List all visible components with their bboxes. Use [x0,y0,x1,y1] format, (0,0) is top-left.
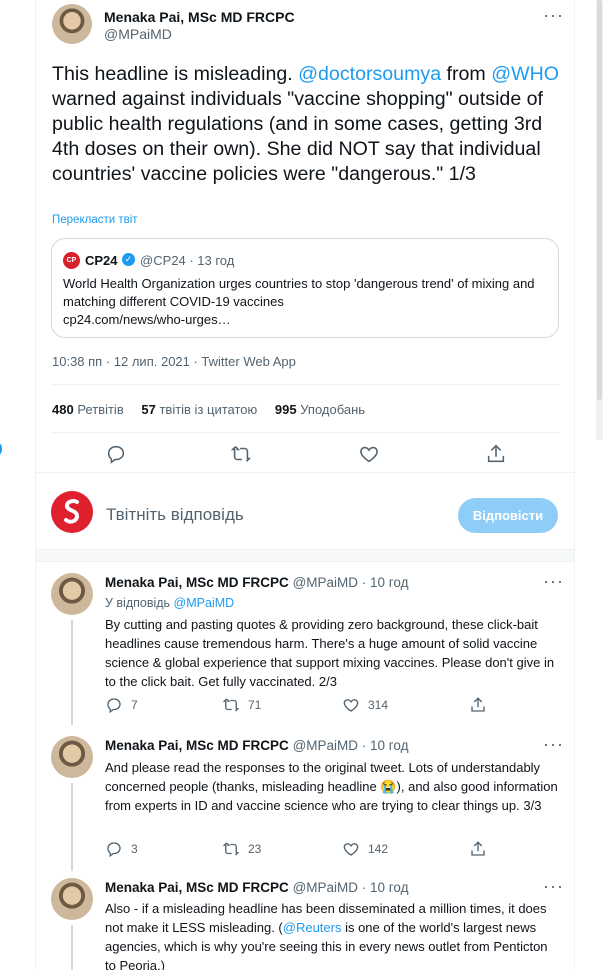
author-name[interactable]: Menaka Pai, MSc MD FRCPC [104,9,295,25]
tweet-stats: 480 Ретвітів 57 твітів із цитатою 995 Уп… [52,402,379,417]
quoted-handle-time: @CP24 · 13 год [140,253,235,268]
share-icon [471,697,485,712]
share-icon [471,841,485,856]
quoted-tweet-card[interactable]: CP CP24 ✓ @CP24 · 13 год World Health Or… [51,238,559,338]
more-horizontal-icon[interactable]: ··· [543,6,564,24]
like-count: 314 [368,698,389,712]
mention-link[interactable]: @WHO [491,63,559,85]
tweet-text: This headline is misleading. @doctorsoum… [52,62,562,187]
more-horizontal-icon[interactable]: ··· [543,572,564,590]
reply-header: Menaka Pai, MSc MD FRCPC @MPaiMD · 10 го… [105,738,409,753]
thread-line [71,925,73,970]
reply-button[interactable]: Відповісти [458,498,558,533]
more-horizontal-icon[interactable]: ··· [543,877,564,895]
replying-prefix: У відповідь [105,596,174,610]
divider [36,472,574,473]
reply-icon [107,698,121,714]
mention-link[interactable]: @Reuters [283,920,342,935]
quotes-label: твітів із цитатою [159,402,258,417]
thread-line [71,783,73,871]
author-name[interactable]: Menaka Pai, MSc MD FRCPC [105,880,289,895]
quoted-author-name: CP24 [85,253,118,268]
retweet-count: 23 [248,842,262,856]
retweets-stat[interactable]: 480 Ретвітів [52,402,124,417]
handle-time: @MPaiMD · 10 год [292,575,409,590]
heart-icon[interactable] [358,443,380,465]
retweet-icon[interactable] [230,443,252,465]
author-avatar[interactable] [51,878,93,920]
like-count: 142 [368,842,389,856]
tweet-text: And please read the responses to the ori… [105,760,558,813]
translate-tweet-link[interactable]: Перекласти твіт [52,214,138,226]
left-edge-indicator [0,440,2,458]
thread-line [71,620,73,725]
likes-stat[interactable]: 995 Уподобань [275,402,365,417]
user-avatar [51,491,93,533]
section-divider [36,549,574,562]
divider [52,432,560,433]
quoted-link: cp24.com/news/who-urges… [63,312,231,327]
quoted-tweet-text: World Health Organization urges countrie… [63,275,551,329]
author-name[interactable]: Menaka Pai, MSc MD FRCPC [105,738,289,753]
quotes-stat[interactable]: 57 твітів із цитатою [141,402,257,417]
reply-input[interactable]: Твітніть відповідь [106,505,244,525]
retweets-count: 480 [52,402,74,417]
tweet-text-part: This headline is misleading. [52,63,299,85]
likes-count: 995 [274,402,297,417]
reply-count: 3 [131,842,138,856]
retweet-icon [222,698,240,712]
author-name[interactable]: Menaka Pai, MSc MD FRCPC [105,575,289,590]
reply-count: 7 [131,698,138,712]
author-avatar[interactable] [51,736,93,778]
divider [52,384,560,385]
replying-to: У відповідь @MPaiMD [105,596,234,610]
handle-time: @MPaiMD · 10 год [292,880,409,895]
tweet-text: By cutting and pasting quotes & providin… [105,617,555,689]
tweet-text-part: from [441,63,492,85]
more-horizontal-icon[interactable]: ··· [543,735,564,753]
reply-icon[interactable] [105,443,127,465]
retweet-count: 71 [248,698,262,712]
mention-link[interactable]: @MPaiMD [174,596,235,610]
quotes-count: 57 [141,402,156,417]
author-handle[interactable]: @MPaiMD [104,26,172,42]
reply-header: Menaka Pai, MSc MD FRCPC @MPaiMD · 10 го… [105,880,409,895]
handle-time: @MPaiMD · 10 год [292,738,409,753]
retweet-icon [222,842,240,856]
cp24-avatar: CP [63,252,80,269]
author-avatar[interactable] [51,573,93,615]
heart-icon [343,699,359,712]
verified-badge-icon: ✓ [122,253,135,266]
author-avatar[interactable] [52,4,92,44]
quoted-text: World Health Organization urges countrie… [63,276,535,309]
tweet-timestamp[interactable]: 10:38 пп · 12 лип. 2021 · Twitter Web Ap… [52,354,296,369]
tweet-thread-column: Menaka Pai, MSc MD FRCPC @MPaiMD ··· Thi… [35,0,575,970]
tweet-text: Also - if a misleading headline has been… [105,899,560,970]
reply-icon [107,842,121,858]
brand-logo-icon [64,499,80,524]
retweets-label: Ретвітів [77,402,124,417]
reply-header: Menaka Pai, MSc MD FRCPC @MPaiMD · 10 го… [105,575,409,590]
scrollbar-thumb[interactable] [597,0,602,400]
mention-link[interactable]: @doctorsoumya [298,63,441,85]
heart-icon [343,843,359,856]
scrollbar[interactable] [596,0,603,440]
likes-label: Уподобань [300,402,366,417]
share-icon[interactable] [485,443,507,465]
